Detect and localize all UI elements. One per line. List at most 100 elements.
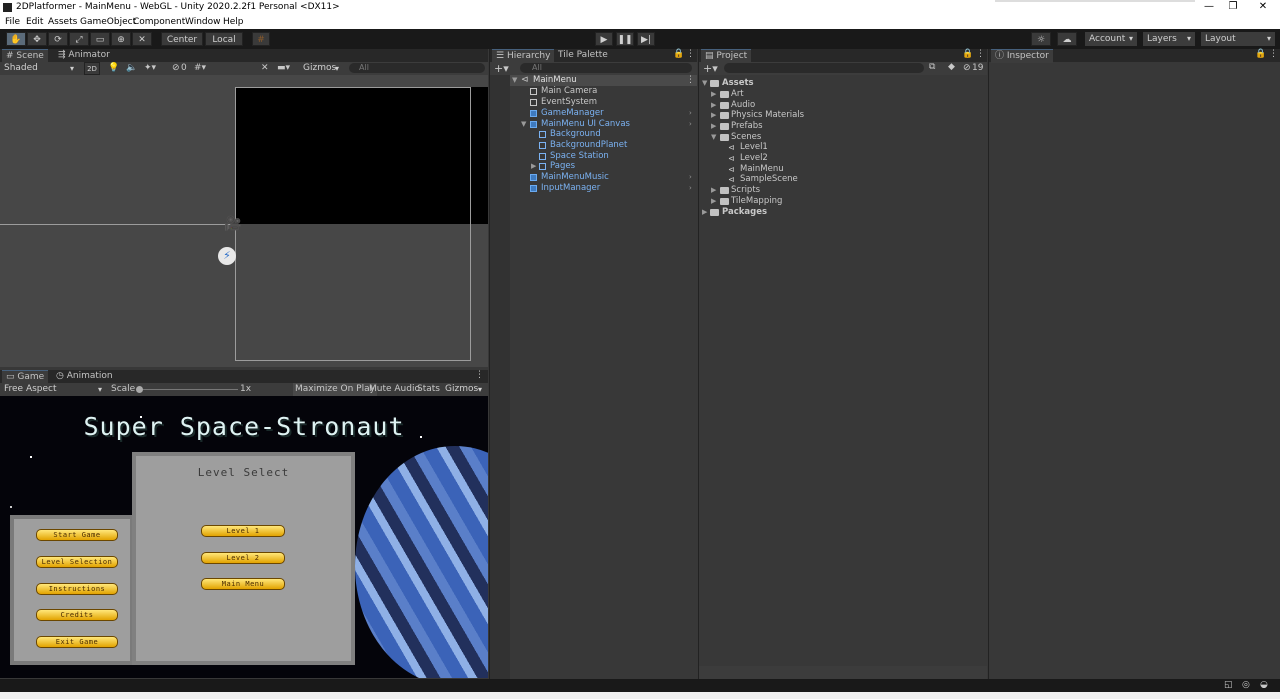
maximize-on-play-toggle[interactable]: Maximize On Play [293,383,377,396]
scene-menu-icon[interactable]: ⋮ [686,75,695,85]
expand-arrow[interactable]: ▶ [531,162,536,170]
hierarchy-item[interactable]: InputManager [541,183,600,193]
chevron-right-icon[interactable]: › [689,184,692,192]
hierarchy-item[interactable]: GameManager [541,108,604,118]
project-folder[interactable]: Prefabs [731,121,763,131]
scale-tool-icon[interactable]: ⤢ [69,32,89,46]
level-2-button[interactable]: Level 2 [201,552,285,564]
pivot-local-button[interactable]: Local [205,32,243,46]
mute-audio-toggle[interactable]: Mute Audio [369,384,420,394]
packages-folder[interactable]: Packages [722,207,767,217]
filter-label-icon[interactable]: ◆ [948,62,955,72]
lock-icon[interactable]: 🔒 [1255,49,1266,59]
hierarchy-item[interactable]: Space Station [550,151,609,161]
menu-help[interactable]: Help [223,17,244,27]
scale-slider-track[interactable] [138,389,238,390]
audio-icon[interactable]: 🔈 [126,63,137,73]
scene-asset[interactable]: Level2 [740,153,768,163]
menu-gameobject[interactable]: GameObject [80,17,136,27]
game-menu-icon[interactable]: ⋮ [475,370,484,380]
scene-asset[interactable]: Level1 [740,142,768,152]
filter-type-icon[interactable]: ⧉ [929,62,935,72]
play-icon[interactable]: ▶ [595,32,613,46]
status-icon[interactable]: ◱ [1224,680,1233,690]
level-selection-button[interactable]: Level Selection [36,556,118,568]
cloud-icon[interactable]: ☁ [1057,32,1077,46]
tab-inspector[interactable]: ⓘ Inspector [991,49,1053,63]
chevron-right-icon[interactable]: › [689,109,692,117]
hierarchy-item[interactable]: BackgroundPlanet [550,140,627,150]
main-menu-button[interactable]: Main Menu [201,578,285,590]
status-icon[interactable]: ◎ [1242,680,1250,690]
custom-tool-icon[interactable]: ✕ [132,32,152,46]
shading-dropdown[interactable]: Shaded [0,62,78,75]
expand-arrow[interactable]: ▼ [521,120,526,128]
project-search-input[interactable] [724,63,924,73]
hierarchy-item[interactable]: MainMenuMusic [541,172,609,182]
lock-icon[interactable]: 🔒 [962,49,973,59]
tab-scene[interactable]: # Scene [2,49,48,63]
layout-dropdown[interactable]: Layout [1201,32,1275,46]
project-folder[interactable]: Audio [731,100,755,110]
aspect-dropdown[interactable]: Free Aspect [0,383,106,396]
project-folder[interactable]: Physics Materials [731,110,804,120]
effects-icon[interactable]: ✦▾ [144,63,156,73]
game-gizmos-dropdown[interactable]: Gizmos [441,383,486,396]
scene-viewport[interactable]: 🎥 ⚡ [0,75,488,367]
project-folder[interactable]: Scripts [731,185,760,195]
level-1-button[interactable]: Level 1 [201,525,285,537]
credits-button[interactable]: Credits [36,609,118,621]
add-icon[interactable]: +▾ [494,62,509,75]
camera-gizmo-icon[interactable]: 🎥 [224,216,244,232]
assets-folder[interactable]: Assets [722,78,754,88]
exit-game-button[interactable]: Exit Game [36,636,118,648]
move-tool-icon[interactable]: ✥ [27,32,47,46]
services-icon[interactable]: ☼ [1031,32,1051,46]
scene-asset[interactable]: SampleScene [740,174,798,184]
camera-icon[interactable]: ▬▾ [277,63,290,73]
tab-project[interactable]: ▤ Project [701,49,752,63]
transform-tool-icon[interactable]: ⊕ [111,32,131,46]
menu-assets[interactable]: Assets [48,17,77,27]
project-folder[interactable]: Art [731,89,744,99]
menu-file[interactable]: File [5,17,20,27]
tab-game[interactable]: ▭ Game [2,370,49,384]
instructions-button[interactable]: Instructions [36,583,118,595]
chevron-right-icon[interactable]: › [689,173,692,181]
start-game-button[interactable]: Start Game [36,529,118,541]
project-folder[interactable]: Scenes [731,132,761,142]
hierarchy-scene-row[interactable]: ▼ ⊲ MainMenu ⋮ [490,75,697,86]
rotate-tool-icon[interactable]: ⟳ [48,32,68,46]
menu-edit[interactable]: Edit [26,17,43,27]
minimize-icon[interactable]: — [1200,1,1218,12]
tools-icon[interactable]: ✕ [261,63,269,73]
tab-hierarchy[interactable]: ☰ Hierarchy [492,49,555,63]
close-icon[interactable]: ✕ [1254,1,1272,12]
lock-icon[interactable]: 🔒 [673,49,684,59]
menu-window[interactable]: Window [185,17,221,27]
hierarchy-item[interactable]: Pages [550,161,575,171]
hierarchy-menu-icon[interactable]: ⋮ [686,49,695,59]
rect-tool-icon[interactable]: ▭ [90,32,110,46]
inspector-menu-icon[interactable]: ⋮ [1269,49,1278,59]
scale-slider-handle[interactable] [136,386,143,393]
scene-gizmos-dropdown[interactable]: Gizmos [299,62,343,75]
event-system-gizmo-icon[interactable]: ⚡ [218,247,236,265]
project-menu-icon[interactable]: ⋮ [976,49,985,59]
status-icon[interactable]: ◒ [1260,680,1268,690]
2d-toggle[interactable]: 2D [84,62,100,75]
tab-tile-palette[interactable]: Tile Palette [554,49,612,62]
grid-icon[interactable]: #▾ [194,63,206,73]
hidden-objects-icon[interactable]: ⊘ [172,63,180,73]
game-viewport[interactable]: Super Space-Stronaut Start Game Level Se… [0,396,488,678]
expand-arrow[interactable]: ▼ [702,79,707,87]
project-folder[interactable]: TileMapping [731,196,782,206]
lighting-icon[interactable]: 💡 [108,63,119,73]
hierarchy-item[interactable]: EventSystem [541,97,597,107]
pivot-center-button[interactable]: Center [161,32,203,46]
scene-search-input[interactable]: All [349,63,485,73]
hidden-packages-icon[interactable]: ⊘ [963,63,971,73]
layers-dropdown[interactable]: Layers [1143,32,1195,46]
hierarchy-item[interactable]: Main Camera [541,86,597,96]
hierarchy-item[interactable]: MainMenu UI Canvas [541,119,630,129]
